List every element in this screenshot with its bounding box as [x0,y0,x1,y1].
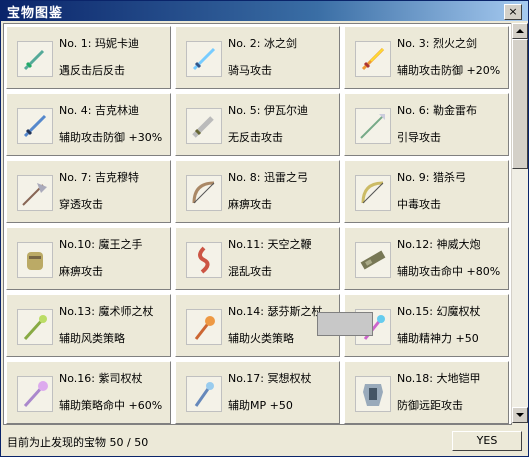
treasure-card-2[interactable]: No. 2: 冰之剑 骑马攻击 [175,26,340,89]
treasure-name: No. 9: 猎杀弓 [397,171,466,184]
treasure-name: No.13: 魔术师之杖 [59,305,154,318]
fire-sword-icon [355,41,391,77]
gray-popup [317,312,373,336]
treasure-name: No.12: 神威大炮 [397,238,481,251]
yes-button[interactable]: YES [452,431,522,451]
treasure-name: No.10: 魔王之手 [59,238,143,251]
treasure-name: No. 7: 吉克穆特 [59,171,139,184]
treasure-card-17[interactable]: No.17: 冥想权杖 辅助MP +50 [175,361,340,424]
treasure-card-10[interactable]: No.10: 魔王之手 麻痹攻击 [6,227,171,290]
treasure-name: No. 2: 冰之剑 [228,37,297,50]
treasure-effect: 引导攻击 [397,131,441,144]
treasure-card-14[interactable]: No.14: 瑟芬斯之杖 辅助火类策略 [175,294,340,357]
gauntlet-icon [17,242,53,278]
treasure-card-6[interactable]: No. 6: 勒金雷布 引导攻击 [344,93,509,156]
treasure-card-5[interactable]: No. 5: 伊瓦尔迪 无反击攻击 [175,93,340,156]
treasure-card-11[interactable]: No.11: 天空之鞭 混乱攻击 [175,227,340,290]
treasure-effect: 辅助攻击防御 +20% [397,64,501,77]
cannon-icon [355,242,391,278]
blue-sword-icon [17,108,53,144]
treasure-card-9[interactable]: No. 9: 猎杀弓 中毒攻击 [344,160,509,223]
treasure-card-12[interactable]: No.12: 神威大炮 辅助攻击命中 +80% [344,227,509,290]
arrow-down-icon [516,413,524,417]
treasure-name: No.16: 紫司权杖 [59,372,143,385]
treasure-effect: 辅助攻击防御 +30% [59,131,163,144]
treasure-name: No. 5: 伊瓦尔迪 [228,104,308,117]
treasure-name: No. 6: 勒金雷布 [397,104,477,117]
scroll-up-button[interactable] [512,23,528,39]
vertical-scrollbar[interactable] [511,23,528,423]
broad-sword-icon [186,108,222,144]
treasure-name: No. 3: 烈火之剑 [397,37,477,50]
treasure-card-4[interactable]: No. 4: 吉克林迪 辅助攻击防御 +30% [6,93,171,156]
meditation-scepter-icon [186,376,222,412]
purple-scepter-icon [17,376,53,412]
treasure-effect: 辅助火类策略 [228,332,294,345]
treasure-effect: 防御远距攻击 [397,399,463,412]
treasure-name: No.18: 大地铠甲 [397,372,481,385]
treasure-card-13[interactable]: No.13: 魔术师之杖 辅助风类策略 [6,294,171,357]
fire-staff-icon [186,309,222,345]
titlebar[interactable]: 宝物图鉴 × [1,1,528,21]
status-text: 目前为止发现的宝物 50 / 50 [7,436,149,449]
bow-icon [186,175,222,211]
treasure-effect: 骑马攻击 [228,64,272,77]
green-sword-icon [17,41,53,77]
treasure-card-7[interactable]: No. 7: 吉克穆特 穿透攻击 [6,160,171,223]
treasure-effect: 辅助攻击命中 +80% [397,265,501,278]
treasure-effect: 辅助MP +50 [228,399,293,412]
treasure-card-1[interactable]: No. 1: 玛妮卡迪 遇反击后反击 [6,26,171,89]
ice-sword-icon [186,41,222,77]
treasure-name: No.11: 天空之鞭 [228,238,312,251]
treasure-name: No. 1: 玛妮卡迪 [59,37,139,50]
treasure-card-8[interactable]: No. 8: 迅雷之弓 麻痹攻击 [175,160,340,223]
treasure-effect: 穿透攻击 [59,198,103,211]
window-title: 宝物图鉴 [7,5,64,21]
treasure-name: No.17: 冥想权杖 [228,372,312,385]
armor-icon [355,376,391,412]
green-staff-icon [17,309,53,345]
treasure-effect: 辅助策略命中 +60% [59,399,163,412]
treasure-effect: 无反击攻击 [228,131,283,144]
treasure-card-16[interactable]: No.16: 紫司权杖 辅助策略命中 +60% [6,361,171,424]
treasure-effect: 麻痹攻击 [228,198,272,211]
treasure-effect: 中毒攻击 [397,198,441,211]
treasure-effect: 辅助精神力 +50 [397,332,479,345]
treasure-effect: 混乱攻击 [228,265,272,278]
arrow-up-icon [516,29,524,33]
treasure-name: No.14: 瑟芬斯之杖 [228,305,323,318]
treasure-name: No.15: 幻魔权杖 [397,305,481,318]
treasure-card-3[interactable]: No. 3: 烈火之剑 辅助攻击防御 +20% [344,26,509,89]
treasure-grid: No. 1: 玛妮卡迪 遇反击后反击 No. 2: 冰之剑 骑马攻击 No. 3… [6,26,509,424]
scroll-down-button[interactable] [512,407,528,423]
spear-icon [355,108,391,144]
treasure-effect: 辅助风类策略 [59,332,125,345]
whip-icon [186,242,222,278]
treasure-name: No. 8: 迅雷之弓 [228,171,308,184]
close-button[interactable]: × [504,4,522,20]
treasure-effect: 遇反击后反击 [59,64,125,77]
treasure-name: No. 4: 吉克林迪 [59,104,139,117]
scroll-thumb[interactable] [512,39,528,169]
treasure-effect: 麻痹攻击 [59,265,103,278]
treasure-window: 宝物图鉴 × No. 1: 玛妮卡迪 遇反击后反击 No. 2: 冰之剑 骑马攻… [0,0,529,457]
treasure-card-18[interactable]: No.18: 大地铠甲 防御远距攻击 [344,361,509,424]
halberd-icon [17,175,53,211]
golden-bow-icon [355,175,391,211]
treasure-list: No. 1: 玛妮卡迪 遇反击后反击 No. 2: 冰之剑 骑马攻击 No. 3… [3,23,512,425]
